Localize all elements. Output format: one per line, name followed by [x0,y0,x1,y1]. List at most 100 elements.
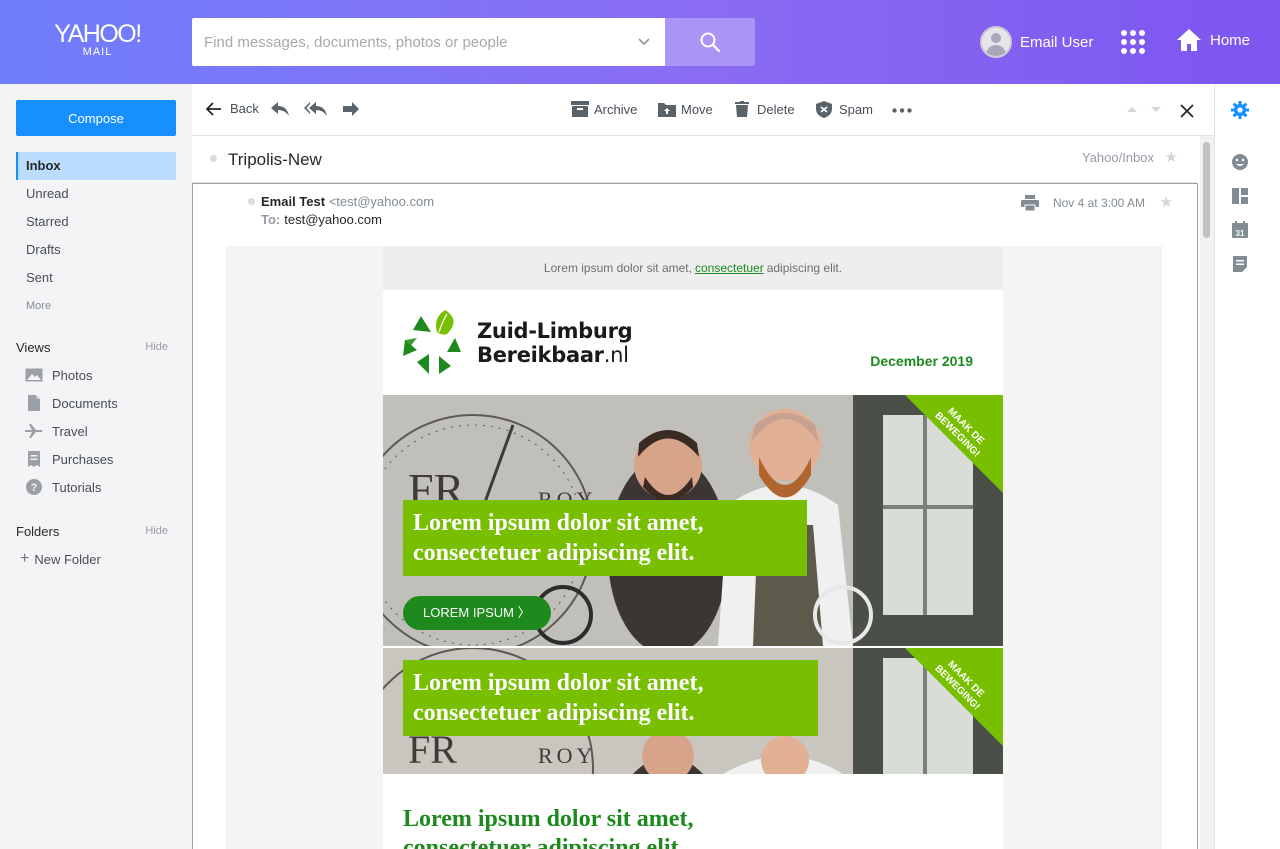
views-hide-link[interactable]: Hide [145,341,168,353]
arrow-left-icon [206,101,221,116]
sender-address: <test@yahoo.com [328,194,435,209]
hero2-headline-line-1: Lorem ipsum dolor sit amet, [413,670,704,696]
article-heading: Lorem ipsum dolor sit amet, consectetuer… [403,805,963,849]
contacts-smiley-icon[interactable] [1231,153,1249,171]
home-icon [1177,29,1201,51]
cta-button[interactable]: LOREM IPSUM 〉 [403,596,551,630]
previous-message-button[interactable] [1126,106,1138,113]
recipient-address[interactable]: test@yahoo.com [284,212,382,227]
scrollbar-thumb[interactable] [1203,142,1210,238]
archive-button[interactable]: Archive [571,101,637,117]
newsletter-logo[interactable]: Zuid-Limburg Bereikbaar.nl [403,310,633,376]
newsletter-month: December 2019 [870,353,973,369]
avatar [980,26,1012,58]
folders-hide-link[interactable]: Hide [145,525,168,537]
caret-up-icon [1127,107,1137,112]
message-card: Email Test <test@yahoo.com To: test@yahoo… [192,183,1198,849]
hero-banner-1[interactable]: FR ROY [383,395,1003,646]
view-documents[interactable]: Documents [24,389,118,417]
plane-icon [24,423,44,439]
print-icon[interactable] [1021,195,1039,211]
document-icon [24,395,44,411]
spam-label: Spam [839,102,873,117]
brand-line-2: Bereikbaar [477,343,604,367]
view-label: Purchases [52,451,114,467]
svg-text:ROY: ROY [538,743,596,768]
read-status-dot[interactable] [210,155,217,162]
calendar-icon[interactable]: 31 [1231,221,1249,239]
view-purchases[interactable]: Purchases [24,445,118,473]
view-label: Travel [52,423,88,439]
message-toolbar: Back Archive Move Delete Spam [192,84,1214,136]
folder-more[interactable]: More [16,292,176,320]
brand-line-1: Zuid-Limburg [477,319,633,343]
forward-icon [343,102,359,116]
message-subject: Tripolis-New [228,150,322,169]
view-label: Tutorials [52,479,102,495]
brand-tld: .nl [603,343,629,367]
folder-starred[interactable]: Starred [16,208,176,236]
view-travel[interactable]: Travel [24,417,118,445]
folder-sent[interactable]: Sent [16,264,176,292]
folder-unread[interactable]: Unread [16,180,176,208]
next-message-button[interactable] [1150,106,1162,113]
back-button[interactable]: Back [206,101,259,116]
trash-icon [735,101,749,117]
more-dots-icon [892,108,912,113]
scrollbar[interactable] [1200,136,1214,849]
delete-label: Delete [757,101,795,117]
new-folder-label: New Folder [34,551,101,567]
article-heading-line-1: Lorem ipsum dolor sit amet, [403,806,694,832]
preheader-text-end: adipiscing elit. [766,261,843,275]
preheader-link[interactable]: consectetuer [695,261,764,275]
home-link[interactable]: Home [1176,28,1250,52]
forward-button[interactable] [342,101,360,117]
spam-button[interactable]: Spam [816,101,873,118]
view-tutorials[interactable]: ? Tutorials [24,473,118,501]
view-photos[interactable]: Photos [24,361,118,389]
yahoo-mail-logo[interactable]: YAHOO! MAIL [50,20,145,59]
reply-all-button[interactable] [304,101,328,117]
to-label: To: [261,212,281,227]
notepad-icon[interactable] [1231,187,1249,205]
new-folder-button[interactable]: + New Folder [20,550,101,568]
close-button[interactable] [1180,104,1194,118]
compose-button[interactable]: Compose [16,100,176,136]
apps-grid-icon[interactable] [1121,30,1145,54]
right-rail: 31 [1214,84,1280,849]
search-box [192,18,665,66]
left-sidebar: Compose Inbox Unread Starred Drafts Sent… [0,84,192,849]
folder-inbox[interactable]: Inbox [16,152,176,180]
folder-drafts[interactable]: Drafts [16,236,176,264]
close-icon [1180,104,1194,118]
user-menu[interactable]: Email User [980,26,1093,58]
zuid-limburg-logo-icon [403,310,461,374]
star-icon[interactable]: ★ [1165,148,1178,166]
view-label: Documents [52,395,118,411]
home-label: Home [1210,31,1251,49]
message-date: Nov 4 at 3:00 AM [1052,196,1145,210]
sender[interactable]: Email Test <test@yahoo.com [261,194,434,209]
logo-wordmark: YAHOO! [54,20,142,48]
recipient: To: test@yahoo.com [261,212,382,227]
reply-button[interactable] [270,101,290,117]
views-title: Views [16,340,51,355]
hero-banner-2[interactable]: FR ROY MAAK DE BEWEGING! Lorem ipsum dol… [383,648,1003,774]
delete-button[interactable]: Delete [735,101,795,117]
search-button[interactable] [665,18,755,66]
notes-icon[interactable] [1231,255,1249,273]
folder-path[interactable]: Yahoo/Inbox [1082,150,1154,165]
chevron-down-icon[interactable] [637,34,651,48]
hero-headline-box: Lorem ipsum dolor sit amet, consectetuer… [403,500,807,576]
more-actions-button[interactable] [892,108,912,113]
svg-text:?: ? [31,482,38,494]
views-list: Photos Documents Travel Purchases ? Tuto… [24,361,118,501]
message-star-icon[interactable]: ★ [1160,193,1173,211]
archive-icon [571,101,589,117]
move-button[interactable]: Move [658,101,713,117]
reply-icon [271,102,289,116]
settings-gear-icon[interactable] [1231,101,1249,119]
folder-nav: Inbox Unread Starred Drafts Sent More [16,152,176,320]
sender-status-dot [248,198,255,205]
search-input[interactable] [192,18,622,66]
